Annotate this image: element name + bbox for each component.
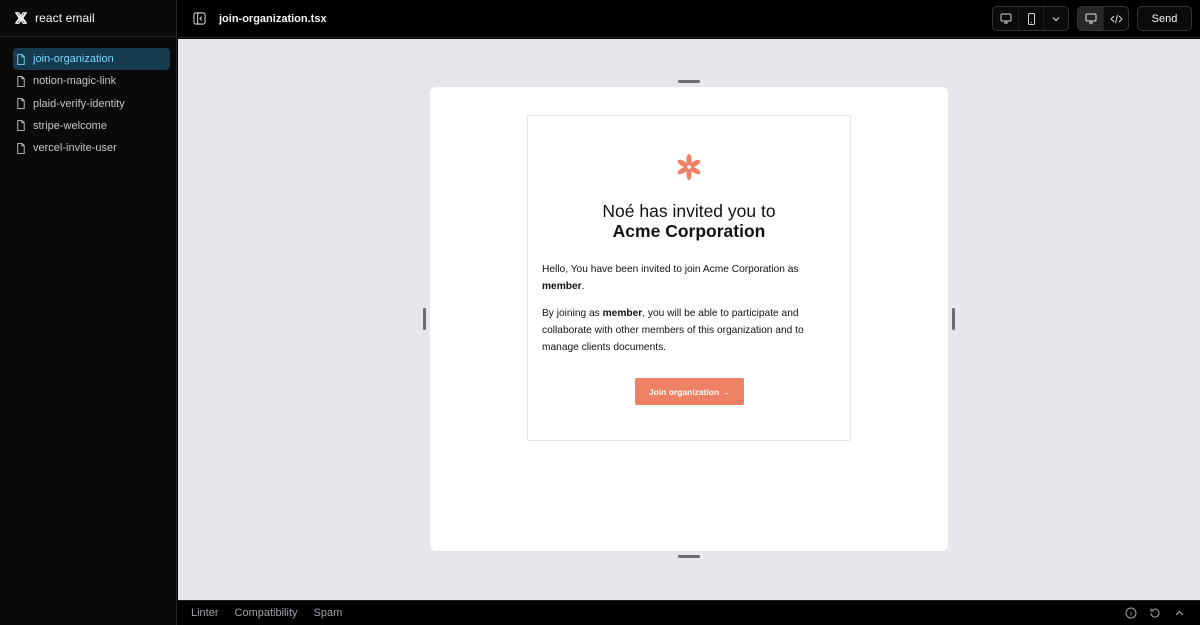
toggle-sidebar-button[interactable] <box>192 12 206 26</box>
brand[interactable]: react email <box>0 0 176 37</box>
viewport-dropdown-button[interactable] <box>1043 7 1068 30</box>
file-icon <box>17 142 25 154</box>
bottom-bar: Linter Compatibility Spam <box>178 600 1200 625</box>
chevron-down-icon <box>1052 16 1060 21</box>
sidebar-item-label: vercel-invite-user <box>33 142 117 155</box>
code-icon <box>1109 14 1123 23</box>
bottom-icons <box>1124 606 1186 620</box>
sidebar-item-plaid-verify-identity[interactable]: plaid-verify-identity <box>13 93 170 115</box>
acme-flower-logo-icon <box>677 154 701 180</box>
tab-spam[interactable]: Spam <box>314 607 343 619</box>
send-button[interactable]: Send <box>1137 6 1192 31</box>
email-paragraph-details: By joining as member, you will be able t… <box>542 305 837 356</box>
resize-handle-left[interactable] <box>423 308 426 330</box>
email-heading-line1: Noé has invited you to <box>602 201 776 221</box>
current-file-title: join-organization.tsx <box>219 12 327 25</box>
file-icon <box>17 120 25 132</box>
monitor-icon <box>1000 13 1011 24</box>
refresh-button[interactable] <box>1148 606 1162 620</box>
code-mode-button[interactable] <box>1103 7 1128 30</box>
paragraph-text: By joining as <box>542 308 603 319</box>
preview-mode-button[interactable] <box>1078 7 1103 30</box>
tab-linter[interactable]: Linter <box>191 607 219 619</box>
sidebar-item-label: stripe-welcome <box>33 119 107 132</box>
monitor-icon <box>1085 13 1096 24</box>
info-icon <box>1125 607 1137 619</box>
template-list: join-organization notion-magic-link plai… <box>0 37 176 159</box>
topbar: join-organization.tsx Send <box>178 0 1200 38</box>
rotate-ccw-icon <box>1150 608 1160 618</box>
email-heading: Noé has invited you to Acme Corporation <box>528 201 850 241</box>
file-icon <box>17 53 25 65</box>
role-bold: member <box>542 281 582 292</box>
email-container: Noé has invited you to Acme Corporation … <box>527 115 851 441</box>
sidebar-item-label: join-organization <box>33 53 114 65</box>
expand-panel-button[interactable] <box>1172 606 1186 620</box>
sidebar-panel-icon <box>192 12 206 25</box>
app-window: react email join-organization notion-mag… <box>0 0 1200 625</box>
sidebar-item-vercel-invite-user[interactable]: vercel-invite-user <box>13 137 170 159</box>
file-icon <box>17 75 25 87</box>
role-bold: member <box>602 308 643 319</box>
desktop-viewport-button[interactable] <box>993 7 1018 30</box>
sidebar-item-join-organization[interactable]: join-organization <box>13 48 170 70</box>
react-email-logo-icon <box>15 12 27 24</box>
resize-handle-top[interactable] <box>678 80 700 83</box>
email-preview-frame: Noé has invited you to Acme Corporation … <box>430 87 948 551</box>
view-mode-toggle-group <box>1077 6 1129 31</box>
chevron-up-icon <box>1175 610 1183 615</box>
paragraph-text: . <box>581 281 585 292</box>
paragraph-text: Hello, You have been invited to join Acm… <box>542 264 799 275</box>
email-paragraph-invite: Hello, You have been invited to join Acm… <box>542 261 837 295</box>
smartphone-icon <box>1027 12 1035 25</box>
resize-handle-bottom[interactable] <box>678 555 700 558</box>
sidebar: react email join-organization notion-mag… <box>0 0 177 625</box>
email-heading-org-name: Acme Corporation <box>612 221 766 241</box>
mobile-viewport-button[interactable] <box>1018 7 1043 30</box>
sidebar-item-label: notion-magic-link <box>33 75 117 88</box>
toolbar-right: Send <box>992 6 1192 31</box>
sidebar-item-notion-magic-link[interactable]: notion-magic-link <box>13 70 170 92</box>
tab-compatibility[interactable]: Compatibility <box>235 607 298 619</box>
file-icon <box>17 98 25 110</box>
preview-canvas: Noé has invited you to Acme Corporation … <box>178 39 1200 600</box>
brand-name: react email <box>35 11 95 25</box>
sidebar-item-label: plaid-verify-identity <box>33 97 125 110</box>
info-button[interactable] <box>1124 606 1138 620</box>
viewport-toggle-group <box>992 6 1069 31</box>
resize-handle-right[interactable] <box>952 308 955 330</box>
sidebar-item-stripe-welcome[interactable]: stripe-welcome <box>13 115 170 137</box>
join-organization-button[interactable]: Join organization → <box>635 378 744 405</box>
